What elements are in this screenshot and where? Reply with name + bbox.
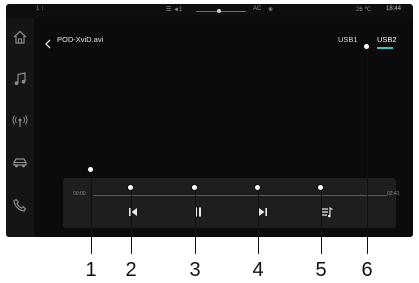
previous-button[interactable] xyxy=(126,205,140,219)
total-time: 02:41 xyxy=(387,191,400,197)
playlist-icon xyxy=(322,207,333,218)
car-icon[interactable] xyxy=(12,155,28,171)
callout-line-4 xyxy=(257,190,259,254)
callout-dot-3 xyxy=(191,184,198,191)
progress-track[interactable] xyxy=(93,195,387,196)
active-tab-indicator xyxy=(377,47,393,49)
elapsed-time: 00:00 xyxy=(73,191,86,197)
head-unit-screen: 1 ↕ ☰ ◄1 AC ❀ 26 ℃ 18:44 POD-XviD.avi US… xyxy=(6,4,413,237)
tab-usb1[interactable]: USB1 xyxy=(338,35,358,44)
callout-dot-5 xyxy=(317,184,324,191)
callout-dot-1 xyxy=(87,166,94,173)
status-indicator: 1 ↕ xyxy=(36,6,45,12)
callout-line-3 xyxy=(194,190,196,254)
radio-icon[interactable] xyxy=(12,113,28,129)
callout-line-6 xyxy=(366,49,368,254)
pause-icon xyxy=(195,207,201,217)
callout-number-1: 1 xyxy=(85,259,97,281)
callout-line-2 xyxy=(130,190,132,254)
pause-button[interactable] xyxy=(191,205,205,219)
callout-number-4: 4 xyxy=(252,259,264,281)
fan-icon: ❀ xyxy=(268,7,274,13)
sidebar xyxy=(6,18,34,237)
volume-knob xyxy=(217,9,221,13)
music-icon[interactable] xyxy=(12,71,28,87)
status-bar: 1 ↕ ☰ ◄1 AC ❀ 26 ℃ 18:44 xyxy=(6,4,413,18)
source-indicator: ☰ ◄1 xyxy=(166,7,183,13)
tab-usb2[interactable]: USB2 xyxy=(377,35,397,44)
playlist-button[interactable] xyxy=(320,205,334,219)
callout-line-1 xyxy=(90,172,92,254)
previous-track-icon xyxy=(129,208,137,216)
callout-dot-6 xyxy=(363,43,370,50)
callout-dot-2 xyxy=(127,184,134,191)
home-icon[interactable] xyxy=(12,29,28,45)
header-bar: POD-XviD.avi USB1 USB2 xyxy=(34,30,413,52)
volume-track xyxy=(196,11,246,12)
ac-label: AC xyxy=(253,6,262,12)
temperature: 26 ℃ xyxy=(356,7,372,13)
callout-number-6: 6 xyxy=(361,259,373,281)
back-chevron-icon[interactable] xyxy=(44,36,52,49)
playback-control-bar: 00:00 02:41 xyxy=(63,178,400,228)
callout-line-5 xyxy=(320,190,322,254)
callout-dot-4 xyxy=(254,184,261,191)
clock: 18:44 xyxy=(386,6,402,12)
callout-number-2: 2 xyxy=(125,259,137,281)
file-title[interactable]: POD-XviD.avi xyxy=(57,35,103,44)
callout-number-3: 3 xyxy=(189,259,201,281)
callout-number-5: 5 xyxy=(315,259,327,281)
phone-icon[interactable] xyxy=(12,197,28,213)
